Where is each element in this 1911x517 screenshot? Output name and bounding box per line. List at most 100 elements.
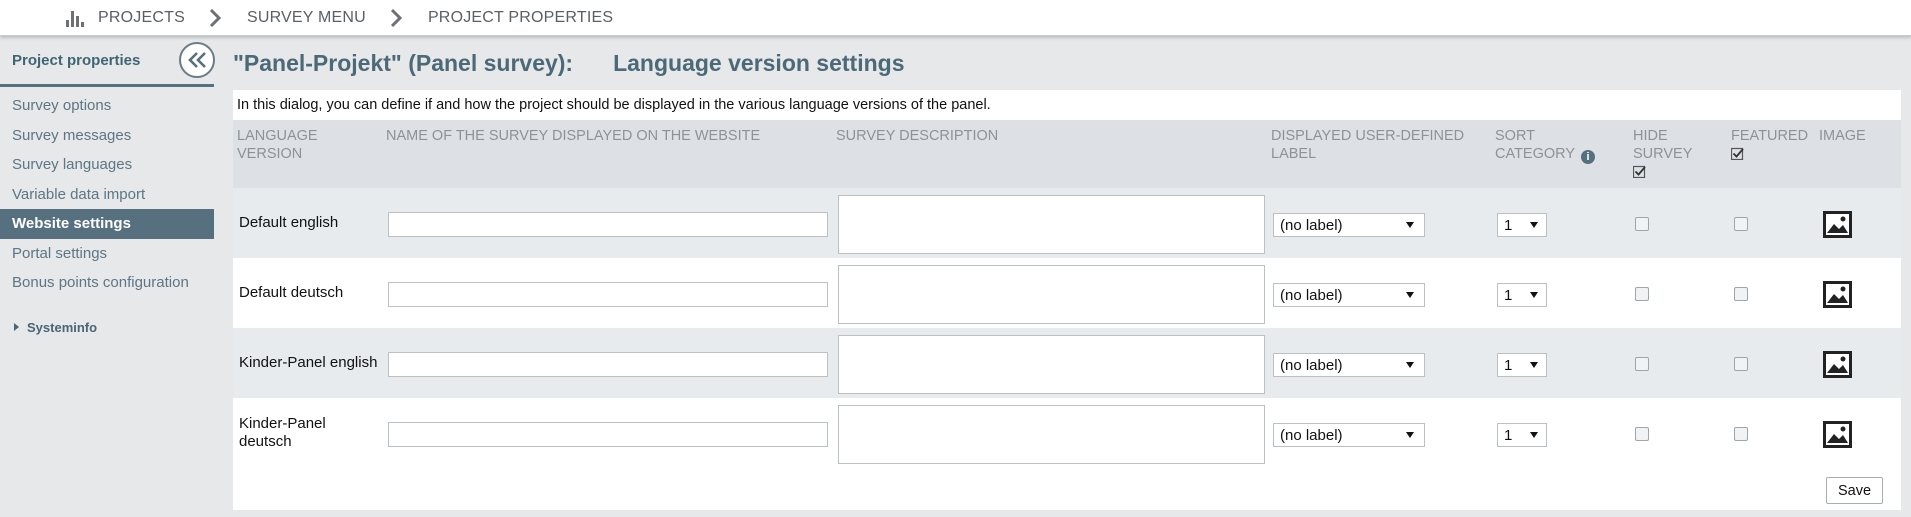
survey-description-textarea[interactable] <box>838 195 1265 254</box>
dropdown-arrow-icon <box>1530 222 1538 228</box>
language-version-label: Kinder-Panel english <box>239 328 379 398</box>
main-content: "Panel-Projekt" (Panel survey): Language… <box>233 36 1901 517</box>
user-defined-label-select[interactable]: (no label) <box>1273 353 1425 377</box>
language-version-table: LANGUAGE VERSION NAME OF THE SURVEY DISP… <box>233 120 1901 510</box>
breadcrumb-project-properties[interactable]: PROJECT PROPERTIES <box>428 9 613 27</box>
table-row: Default english (no label) 1 <box>233 188 1901 258</box>
column-header-label: DISPLAYED USER-DEFINED LABEL <box>1271 127 1464 163</box>
header-text: LANGUAGE <box>237 128 318 144</box>
select-all-checkbox-icon[interactable] <box>1633 165 1646 178</box>
chevron-right-icon <box>209 8 222 27</box>
collapse-sidebar-button[interactable] <box>179 42 215 78</box>
hide-survey-checkbox[interactable] <box>1635 217 1649 231</box>
dropdown-arrow-icon <box>1406 362 1414 368</box>
sidebar-item-website-settings[interactable]: Website settings <box>0 209 214 239</box>
breadcrumb-label[interactable]: PROJECT PROPERTIES <box>428 9 613 27</box>
dropdown-arrow-icon <box>1530 292 1538 298</box>
sidebar-item-survey-messages[interactable]: Survey messages <box>0 121 214 151</box>
sort-category-select[interactable]: 1 <box>1497 423 1547 447</box>
sort-category-select[interactable]: 1 <box>1497 353 1547 377</box>
column-header-language-version: LANGUAGE VERSION <box>237 127 318 163</box>
header-text: HIDE <box>1633 128 1668 144</box>
survey-name-input[interactable] <box>388 422 828 447</box>
user-defined-label-select[interactable]: (no label) <box>1273 423 1425 447</box>
sidebar-header: Project properties <box>0 36 215 87</box>
select-value: (no label) <box>1280 426 1343 444</box>
breadcrumb-survey-menu[interactable]: SURVEY MENU <box>247 9 366 27</box>
header-text: DISPLAYED USER-DEFINED <box>1271 128 1465 144</box>
dropdown-arrow-icon <box>1530 432 1538 438</box>
select-value: (no label) <box>1280 356 1343 374</box>
featured-checkbox[interactable] <box>1734 427 1748 441</box>
image-icon[interactable] <box>1823 351 1852 378</box>
bar-chart-icon <box>66 9 84 27</box>
language-name-line: deutsch <box>239 433 292 450</box>
sidebar: Project properties Survey options Survey… <box>0 36 215 517</box>
sidebar-item-bonus-points-configuration[interactable]: Bonus points configuration <box>0 268 214 298</box>
featured-checkbox[interactable] <box>1734 287 1748 301</box>
caret-right-icon <box>14 323 19 331</box>
header-text: FEATURED <box>1731 128 1809 144</box>
info-icon[interactable]: i <box>1581 150 1596 164</box>
sidebar-item-survey-options[interactable]: Survey options <box>0 91 214 121</box>
column-header-description: SURVEY DESCRIPTION <box>836 128 999 144</box>
featured-checkbox[interactable] <box>1734 217 1748 231</box>
table-footer: Save <box>233 468 1901 510</box>
sidebar-item-survey-languages[interactable]: Survey languages <box>0 150 214 180</box>
survey-name-input[interactable] <box>388 352 828 377</box>
select-value: (no label) <box>1280 216 1343 234</box>
select-all-checkbox-icon[interactable] <box>1731 147 1744 160</box>
page-title: "Panel-Projekt" (Panel survey): Language… <box>233 36 1901 90</box>
column-header-image: IMAGE <box>1819 128 1866 144</box>
dropdown-arrow-icon <box>1530 362 1538 368</box>
select-value: 1 <box>1504 216 1513 234</box>
column-header-name: NAME OF THE SURVEY DISPLAYED ON THE WEBS… <box>386 128 761 144</box>
sidebar-item-portal-settings[interactable]: Portal settings <box>0 239 214 269</box>
survey-name-input[interactable] <box>388 212 828 237</box>
language-name: Kinder-Panel deutsch <box>239 415 326 451</box>
survey-description-textarea[interactable] <box>838 265 1265 324</box>
sidebar-title: Project properties <box>12 51 141 69</box>
hide-survey-checkbox[interactable] <box>1635 357 1649 371</box>
intro-text: In this dialog, you can define if and ho… <box>233 90 1901 120</box>
sidebar-systeminfo[interactable]: Systeminfo <box>0 320 214 335</box>
hide-survey-checkbox[interactable] <box>1635 287 1649 301</box>
table-header: LANGUAGE VERSION NAME OF THE SURVEY DISP… <box>233 120 1901 188</box>
header-text: LABEL <box>1271 146 1317 162</box>
language-name: Default english <box>239 214 339 231</box>
save-button[interactable]: Save <box>1826 477 1883 504</box>
sidebar-item-variable-data-import[interactable]: Variable data import <box>0 180 214 210</box>
survey-description-textarea[interactable] <box>838 405 1265 464</box>
language-version-label: Default deutsch <box>239 258 379 328</box>
header-text: SURVEY <box>1633 146 1693 162</box>
user-defined-label-select[interactable]: (no label) <box>1273 283 1425 307</box>
dropdown-arrow-icon <box>1406 292 1414 298</box>
sort-category-select[interactable]: 1 <box>1497 213 1547 237</box>
systeminfo-label[interactable]: Systeminfo <box>27 320 97 335</box>
page-title-project: "Panel-Projekt" (Panel survey): <box>233 49 574 76</box>
sort-category-select[interactable]: 1 <box>1497 283 1547 307</box>
table-row: Kinder-Panel deutsch (no label) 1 <box>233 398 1901 468</box>
survey-name-input[interactable] <box>388 282 828 307</box>
breadcrumb-projects[interactable]: PROJECTS <box>66 9 185 27</box>
sidebar-menu: Survey options Survey messages Survey la… <box>0 91 214 298</box>
breadcrumb-label[interactable]: SURVEY MENU <box>247 9 366 27</box>
select-value: 1 <box>1504 356 1513 374</box>
double-chevron-left-icon <box>188 52 206 68</box>
hide-survey-checkbox[interactable] <box>1635 427 1649 441</box>
language-name: Kinder-Panel english <box>239 354 378 371</box>
survey-description-textarea[interactable] <box>838 335 1265 394</box>
image-icon[interactable] <box>1823 281 1852 308</box>
user-defined-label-select[interactable]: (no label) <box>1273 213 1425 237</box>
featured-checkbox[interactable] <box>1734 357 1748 371</box>
breadcrumb-label[interactable]: PROJECTS <box>98 9 185 27</box>
image-icon[interactable] <box>1823 211 1852 238</box>
language-version-label: Kinder-Panel deutsch <box>239 398 379 468</box>
image-icon[interactable] <box>1823 421 1852 448</box>
dropdown-arrow-icon <box>1406 222 1414 228</box>
language-name: Default deutsch <box>239 284 344 301</box>
column-header-hide-survey: HIDE SURVEY <box>1633 127 1692 178</box>
header-text: VERSION <box>237 146 303 162</box>
table-row: Default deutsch (no label) 1 <box>233 258 1901 328</box>
column-header-featured: FEATURED <box>1731 127 1808 160</box>
